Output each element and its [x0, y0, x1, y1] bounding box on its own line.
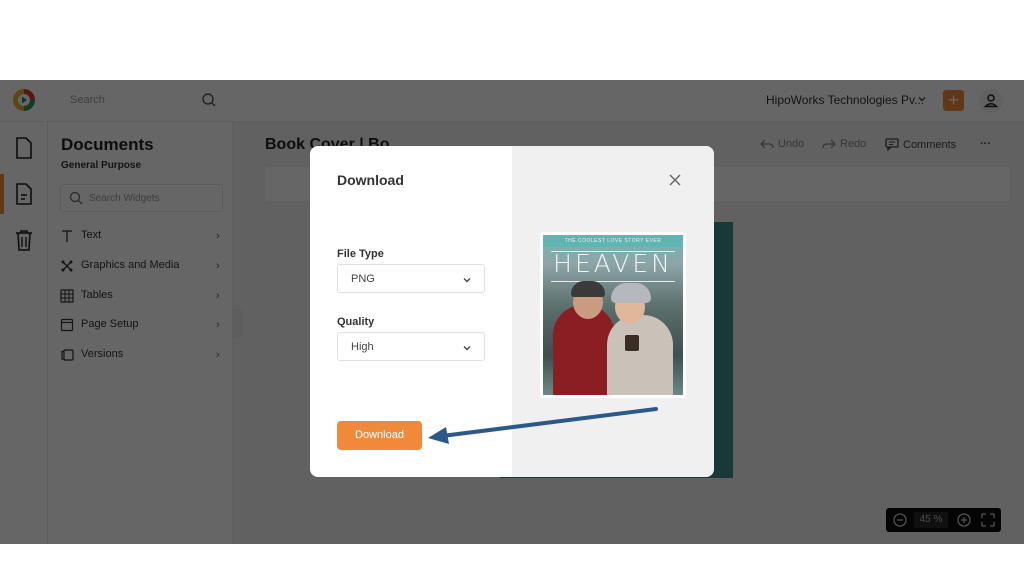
cover-figure-woman: [607, 315, 673, 395]
quality-label: Quality: [337, 316, 375, 328]
quality-select[interactable]: High: [337, 332, 485, 361]
chevron-down-icon: [463, 278, 471, 283]
file-type-value: PNG: [351, 273, 375, 285]
cover-figure-woman-hat: [611, 283, 651, 303]
cover-tagline: THE COOLEST LOVE STORY EVER: [543, 235, 683, 247]
file-type-select[interactable]: PNG: [337, 264, 485, 293]
dialog-title: Download: [337, 172, 404, 188]
chevron-down-icon: [463, 346, 471, 351]
cover-title: HEAVEN: [553, 249, 673, 278]
cover-figure-man-hat: [571, 281, 605, 297]
quality-value: High: [351, 341, 374, 353]
file-type-label: File Type: [337, 248, 384, 260]
download-button[interactable]: Download: [337, 421, 422, 450]
cover-mug: [625, 335, 639, 351]
annotation-arrow-icon: [428, 407, 658, 444]
cover-image: THE COOLEST LOVE STORY EVER HEAVEN: [543, 235, 683, 395]
close-icon[interactable]: [668, 173, 682, 187]
app-window: Search HipoWorks Technologies Pv... + Do…: [0, 80, 1024, 544]
cover-divider: [551, 281, 675, 282]
cover-preview: THE COOLEST LOVE STORY EVER HEAVEN: [540, 232, 686, 398]
